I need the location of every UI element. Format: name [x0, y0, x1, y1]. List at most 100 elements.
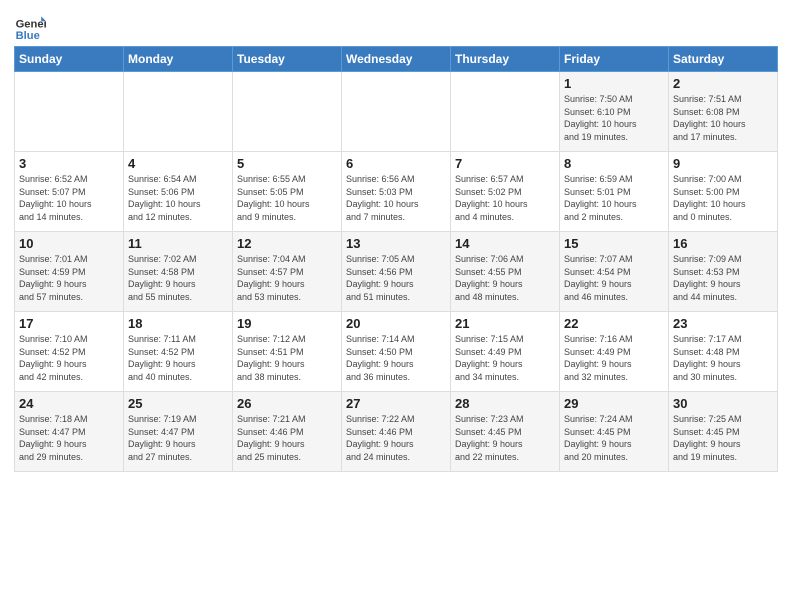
day-info: Sunrise: 7:06 AM Sunset: 4:55 PM Dayligh… [455, 253, 555, 303]
day-info: Sunrise: 7:17 AM Sunset: 4:48 PM Dayligh… [673, 333, 773, 383]
calendar-day-cell: 14 Sunrise: 7:06 AM Sunset: 4:55 PM Dayli… [451, 232, 560, 312]
day-number: 9 [673, 156, 773, 171]
day-number: 1 [564, 76, 664, 91]
calendar-day-cell: 12 Sunrise: 7:04 AM Sunset: 4:57 PM Dayli… [233, 232, 342, 312]
weekday-header: Sunday [15, 47, 124, 72]
day-info: Sunrise: 7:15 AM Sunset: 4:49 PM Dayligh… [455, 333, 555, 383]
day-number: 4 [128, 156, 228, 171]
weekday-header: Friday [560, 47, 669, 72]
calendar-week-row: 1 Sunrise: 7:50 AM Sunset: 6:10 PM Daylig… [15, 72, 778, 152]
svg-text:Blue: Blue [16, 30, 40, 42]
calendar-week-row: 3 Sunrise: 6:52 AM Sunset: 5:07 PM Daylig… [15, 152, 778, 232]
calendar-week-row: 24 Sunrise: 7:18 AM Sunset: 4:47 PM Dayli… [15, 392, 778, 472]
calendar-day-cell: 28 Sunrise: 7:23 AM Sunset: 4:45 PM Dayli… [451, 392, 560, 472]
calendar-header-row: SundayMondayTuesdayWednesdayThursdayFrid… [15, 47, 778, 72]
day-number: 11 [128, 236, 228, 251]
day-number: 29 [564, 396, 664, 411]
day-info: Sunrise: 7:05 AM Sunset: 4:56 PM Dayligh… [346, 253, 446, 303]
day-number: 17 [19, 316, 119, 331]
day-number: 20 [346, 316, 446, 331]
calendar-day-cell: 21 Sunrise: 7:15 AM Sunset: 4:49 PM Dayli… [451, 312, 560, 392]
calendar-day-cell: 19 Sunrise: 7:12 AM Sunset: 4:51 PM Dayli… [233, 312, 342, 392]
calendar-day-cell: 25 Sunrise: 7:19 AM Sunset: 4:47 PM Dayli… [124, 392, 233, 472]
day-info: Sunrise: 6:52 AM Sunset: 5:07 PM Dayligh… [19, 173, 119, 223]
day-number: 3 [19, 156, 119, 171]
weekday-header: Thursday [451, 47, 560, 72]
calendar-day-cell: 11 Sunrise: 7:02 AM Sunset: 4:58 PM Dayli… [124, 232, 233, 312]
day-number: 26 [237, 396, 337, 411]
calendar-table: SundayMondayTuesdayWednesdayThursdayFrid… [14, 46, 778, 472]
day-info: Sunrise: 6:59 AM Sunset: 5:01 PM Dayligh… [564, 173, 664, 223]
calendar-day-cell: 15 Sunrise: 7:07 AM Sunset: 4:54 PM Dayli… [560, 232, 669, 312]
day-number: 13 [346, 236, 446, 251]
calendar-day-cell: 20Sunrise: 7:14 AM Sunset: 4:50 PM Dayli… [342, 312, 451, 392]
day-info: Sunrise: 7:12 AM Sunset: 4:51 PM Dayligh… [237, 333, 337, 383]
day-info: Sunrise: 7:18 AM Sunset: 4:47 PM Dayligh… [19, 413, 119, 463]
day-number: 14 [455, 236, 555, 251]
day-info: Sunrise: 6:54 AM Sunset: 5:06 PM Dayligh… [128, 173, 228, 223]
day-number: 25 [128, 396, 228, 411]
day-number: 21 [455, 316, 555, 331]
day-number: 22 [564, 316, 664, 331]
day-info: Sunrise: 7:01 AM Sunset: 4:59 PM Dayligh… [19, 253, 119, 303]
calendar-day-cell: 2 Sunrise: 7:51 AM Sunset: 6:08 PM Daylig… [669, 72, 778, 152]
day-number: 19 [237, 316, 337, 331]
day-info: Sunrise: 7:24 AM Sunset: 4:45 PM Dayligh… [564, 413, 664, 463]
day-number: 27 [346, 396, 446, 411]
calendar-day-cell [451, 72, 560, 152]
day-info: Sunrise: 7:50 AM Sunset: 6:10 PM Dayligh… [564, 93, 664, 143]
day-number: 30 [673, 396, 773, 411]
calendar-day-cell: 27 Sunrise: 7:22 AM Sunset: 4:46 PM Dayli… [342, 392, 451, 472]
calendar-day-cell: 17 Sunrise: 7:10 AM Sunset: 4:52 PM Dayli… [15, 312, 124, 392]
day-number: 12 [237, 236, 337, 251]
day-number: 2 [673, 76, 773, 91]
calendar-day-cell: 8 Sunrise: 6:59 AM Sunset: 5:01 PM Daylig… [560, 152, 669, 232]
day-info: Sunrise: 7:23 AM Sunset: 4:45 PM Dayligh… [455, 413, 555, 463]
day-number: 23 [673, 316, 773, 331]
day-number: 7 [455, 156, 555, 171]
day-info: Sunrise: 7:07 AM Sunset: 4:54 PM Dayligh… [564, 253, 664, 303]
day-info: Sunrise: 7:04 AM Sunset: 4:57 PM Dayligh… [237, 253, 337, 303]
day-number: 18 [128, 316, 228, 331]
weekday-header: Monday [124, 47, 233, 72]
day-info: Sunrise: 7:00 AM Sunset: 5:00 PM Dayligh… [673, 173, 773, 223]
day-info: Sunrise: 7:22 AM Sunset: 4:46 PM Dayligh… [346, 413, 446, 463]
day-info: Sunrise: 7:02 AM Sunset: 4:58 PM Dayligh… [128, 253, 228, 303]
calendar-day-cell: 22 Sunrise: 7:16 AM Sunset: 4:49 PM Dayli… [560, 312, 669, 392]
day-info: Sunrise: 7:16 AM Sunset: 4:49 PM Dayligh… [564, 333, 664, 383]
calendar-day-cell: 13 Sunrise: 7:05 AM Sunset: 4:56 PM Dayli… [342, 232, 451, 312]
day-info: Sunrise: 6:56 AM Sunset: 5:03 PM Dayligh… [346, 173, 446, 223]
calendar-day-cell: 23 Sunrise: 7:17 AM Sunset: 4:48 PM Dayli… [669, 312, 778, 392]
day-info: Sunrise: 7:10 AM Sunset: 4:52 PM Dayligh… [19, 333, 119, 383]
calendar-day-cell [342, 72, 451, 152]
calendar-day-cell: 4 Sunrise: 6:54 AM Sunset: 5:06 PM Daylig… [124, 152, 233, 232]
weekday-header: Wednesday [342, 47, 451, 72]
day-number: 8 [564, 156, 664, 171]
day-info: Sunrise: 7:19 AM Sunset: 4:47 PM Dayligh… [128, 413, 228, 463]
day-info: Sunrise: 7:21 AM Sunset: 4:46 PM Dayligh… [237, 413, 337, 463]
day-number: 16 [673, 236, 773, 251]
calendar-day-cell [124, 72, 233, 152]
day-number: 28 [455, 396, 555, 411]
calendar-day-cell: 26 Sunrise: 7:21 AM Sunset: 4:46 PM Dayli… [233, 392, 342, 472]
calendar-day-cell: 3 Sunrise: 6:52 AM Sunset: 5:07 PM Daylig… [15, 152, 124, 232]
logo: General Blue [14, 10, 46, 42]
day-info: Sunrise: 7:25 AM Sunset: 4:45 PM Dayligh… [673, 413, 773, 463]
day-info: Sunrise: 7:09 AM Sunset: 4:53 PM Dayligh… [673, 253, 773, 303]
calendar-day-cell: 1 Sunrise: 7:50 AM Sunset: 6:10 PM Daylig… [560, 72, 669, 152]
calendar-day-cell: 16 Sunrise: 7:09 AM Sunset: 4:53 PM Dayli… [669, 232, 778, 312]
weekday-header: Saturday [669, 47, 778, 72]
header: General Blue [14, 10, 778, 42]
day-number: 10 [19, 236, 119, 251]
calendar-day-cell: 18Sunrise: 7:11 AM Sunset: 4:52 PM Dayli… [124, 312, 233, 392]
calendar-day-cell: 10 Sunrise: 7:01 AM Sunset: 4:59 PM Dayli… [15, 232, 124, 312]
day-number: 6 [346, 156, 446, 171]
day-number: 24 [19, 396, 119, 411]
day-info: Sunrise: 7:51 AM Sunset: 6:08 PM Dayligh… [673, 93, 773, 143]
page-container: General Blue SundayMondayTuesdayWednesda… [0, 0, 792, 480]
calendar-week-row: 10 Sunrise: 7:01 AM Sunset: 4:59 PM Dayli… [15, 232, 778, 312]
day-number: 15 [564, 236, 664, 251]
day-info: Sunrise: 6:55 AM Sunset: 5:05 PM Dayligh… [237, 173, 337, 223]
calendar-day-cell: 24 Sunrise: 7:18 AM Sunset: 4:47 PM Dayli… [15, 392, 124, 472]
calendar-day-cell [233, 72, 342, 152]
